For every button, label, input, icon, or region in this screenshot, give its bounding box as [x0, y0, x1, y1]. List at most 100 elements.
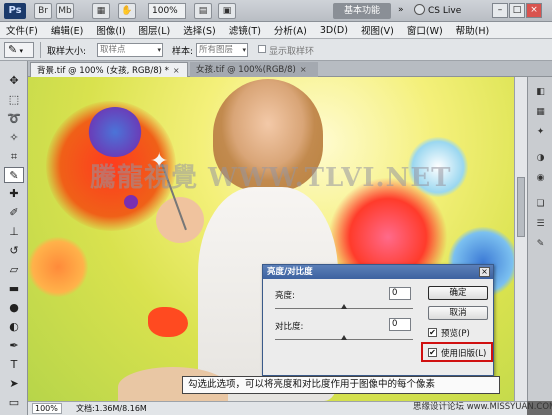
arrange-documents-icon[interactable]: ▤	[194, 3, 212, 19]
menu-file[interactable]: 文件(F)	[6, 23, 38, 37]
adjustments-panel-icon[interactable]: ◑	[533, 151, 548, 165]
sample-size-label: 取样大小:	[47, 47, 87, 57]
artwork-blue-flower	[88, 107, 142, 157]
clone-stamp-tool-icon[interactable]: ⊥	[4, 224, 24, 240]
preview-checkbox[interactable]: ✔	[428, 328, 437, 337]
watermark-text: 騰龍視覺 WWW.TLVI.NET	[90, 163, 452, 193]
app-title-bar: Ps Br Mb ▦ ✋ 100% ▤ ▣ 基本功能 » CS Live – □…	[0, 0, 552, 22]
minibridge-icon[interactable]: Mb	[56, 3, 74, 19]
menu-help[interactable]: 帮助(H)	[456, 23, 490, 37]
brightness-label: 亮度:	[275, 291, 295, 301]
color-panel-icon[interactable]: ◧	[533, 85, 548, 99]
vertical-scrollbar[interactable]	[514, 77, 527, 401]
sample-label: 样本:	[172, 47, 194, 57]
marquee-tool-icon[interactable]: ⬚	[4, 92, 24, 108]
shape-tool-icon[interactable]: ▭	[4, 395, 24, 411]
layers-panel-icon[interactable]: ❏	[533, 197, 548, 211]
styles-panel-icon[interactable]: ✦	[533, 125, 548, 139]
dialog-close-button[interactable]: ×	[479, 267, 490, 277]
healing-brush-tool-icon[interactable]: ✚	[4, 186, 24, 202]
masks-panel-icon[interactable]: ◉	[533, 171, 548, 185]
close-window-button[interactable]: ×	[526, 3, 542, 18]
lasso-tool-icon[interactable]: ➰	[4, 111, 24, 127]
dialog-title-bar[interactable]: 亮度/对比度	[263, 265, 493, 279]
brightness-slider-thumb[interactable]	[341, 304, 347, 309]
divider	[40, 42, 41, 58]
bridge-icon[interactable]: Br	[34, 3, 52, 19]
brightness-input[interactable]: 0	[389, 287, 411, 300]
check-icon: ✔	[429, 328, 436, 337]
history-brush-tool-icon[interactable]: ↺	[4, 243, 24, 259]
minimize-button[interactable]: –	[492, 3, 508, 18]
sample-size-value: 取样点	[100, 45, 126, 55]
hand-tool-icon[interactable]: ✋	[118, 3, 136, 19]
menu-layer[interactable]: 图层(L)	[139, 23, 171, 37]
options-bar: ✎ ▾ 取样大小: 取样点 ▾ 样本: 所有图层 ▾ 显示取样环	[0, 39, 552, 61]
zoom-level-field[interactable]: 100%	[148, 3, 186, 19]
menu-3d[interactable]: 3D(D)	[320, 25, 348, 36]
tab-background-doc[interactable]: 背景.tif @ 100% (女孩, RGB/8) * ×	[30, 62, 188, 77]
blur-tool-icon[interactable]: ●	[4, 300, 24, 316]
panel-dock: ◧ ▦ ✦ ◑ ◉ ❏ ☰ ✎	[527, 77, 552, 401]
ok-button[interactable]: 确定	[428, 286, 488, 300]
contrast-slider-thumb[interactable]	[341, 335, 347, 340]
tool-preset-picker[interactable]: ✎ ▾	[4, 42, 34, 58]
eyedropper-tool-icon[interactable]: ✎	[4, 167, 24, 183]
brush-tool-icon[interactable]: ✐	[4, 205, 24, 221]
workspace-expand-icon[interactable]: »	[398, 5, 404, 15]
photoshop-logo: Ps	[4, 3, 26, 19]
paths-panel-icon[interactable]: ✎	[533, 237, 548, 251]
close-icon[interactable]: ×	[173, 66, 180, 75]
menu-image[interactable]: 图像(I)	[96, 23, 125, 37]
channels-panel-icon[interactable]: ☰	[533, 217, 548, 231]
workspace-button[interactable]: 基本功能	[333, 3, 391, 19]
artwork-orange-circle	[28, 237, 88, 297]
menu-filter[interactable]: 滤镜(T)	[229, 23, 261, 37]
maximize-button[interactable]: □	[509, 3, 525, 18]
cs-live-button[interactable]: CS Live	[428, 3, 480, 19]
sample-size-select[interactable]: 取样点 ▾	[97, 43, 163, 57]
artwork-butterfly	[148, 307, 188, 337]
type-tool-icon[interactable]: T	[4, 357, 24, 373]
toolbox: ✥ ⬚ ➰ ✧ ⌗ ✎ ✚ ✐ ⊥ ↺ ▱ ▬ ● ◐ ✒ T ➤ ▭	[0, 61, 28, 415]
menu-edit[interactable]: 编辑(E)	[51, 23, 83, 37]
view-extras-icon[interactable]: ▦	[92, 3, 110, 19]
chevron-down-icon: ▾	[242, 46, 246, 54]
move-tool-icon[interactable]: ✥	[4, 73, 24, 89]
screen-mode-icon[interactable]: ▣	[218, 3, 236, 19]
document-canvas[interactable]: ✦ 騰龍視覺 WWW.TLVI.NET 亮度/对比度 × 亮度: 0 对比度: …	[28, 77, 514, 401]
dodge-tool-icon[interactable]: ◐	[4, 319, 24, 335]
tab-label: 女孩.tif @ 100%(RGB/8)	[196, 65, 296, 75]
sample-value: 所有图层	[199, 45, 234, 55]
cs-live-globe-icon	[414, 4, 425, 15]
path-selection-tool-icon[interactable]: ➤	[4, 376, 24, 392]
menu-view[interactable]: 视图(V)	[361, 23, 394, 37]
document-size-info[interactable]: 文档:1.36M/8.16M	[76, 403, 147, 414]
menu-analysis[interactable]: 分析(A)	[274, 23, 307, 37]
eraser-tool-icon[interactable]: ▱	[4, 262, 24, 278]
dialog-title: 亮度/对比度	[267, 267, 313, 277]
eyedropper-icon: ✎	[8, 43, 18, 56]
check-icon: ✔	[429, 348, 436, 357]
menu-select[interactable]: 选择(S)	[183, 23, 215, 37]
scrollbar-thumb[interactable]	[517, 177, 525, 237]
close-icon[interactable]: ×	[300, 65, 307, 74]
use-legacy-checkbox[interactable]: ✔	[428, 348, 437, 357]
menu-bar: 文件(F) 编辑(E) 图像(I) 图层(L) 选择(S) 滤镜(T) 分析(A…	[0, 22, 552, 39]
cancel-button[interactable]: 取消	[428, 306, 488, 320]
site-watermark: 思缘设计论坛 www.MISSYUAN.COM	[413, 402, 552, 412]
gradient-tool-icon[interactable]: ▬	[4, 281, 24, 297]
status-zoom-field[interactable]: 100%	[32, 403, 62, 414]
tab-girl-doc[interactable]: 女孩.tif @ 100%(RGB/8) ×	[190, 62, 318, 77]
swatches-panel-icon[interactable]: ▦	[533, 105, 548, 119]
menu-window[interactable]: 窗口(W)	[407, 23, 443, 37]
pen-tool-icon[interactable]: ✒	[4, 338, 24, 354]
sample-select[interactable]: 所有图层 ▾	[196, 43, 248, 57]
tab-label: 背景.tif @ 100% (女孩, RGB/8) *	[37, 66, 169, 76]
show-ring-checkbox[interactable]	[258, 45, 266, 53]
quick-selection-tool-icon[interactable]: ✧	[4, 130, 24, 146]
show-ring-label: 显示取样环	[269, 47, 315, 57]
tutorial-caption: 勾选此选项，可以将亮度和对比度作用于图像中的每个像素	[182, 376, 500, 394]
contrast-input[interactable]: 0	[389, 318, 411, 331]
crop-tool-icon[interactable]: ⌗	[4, 149, 24, 165]
